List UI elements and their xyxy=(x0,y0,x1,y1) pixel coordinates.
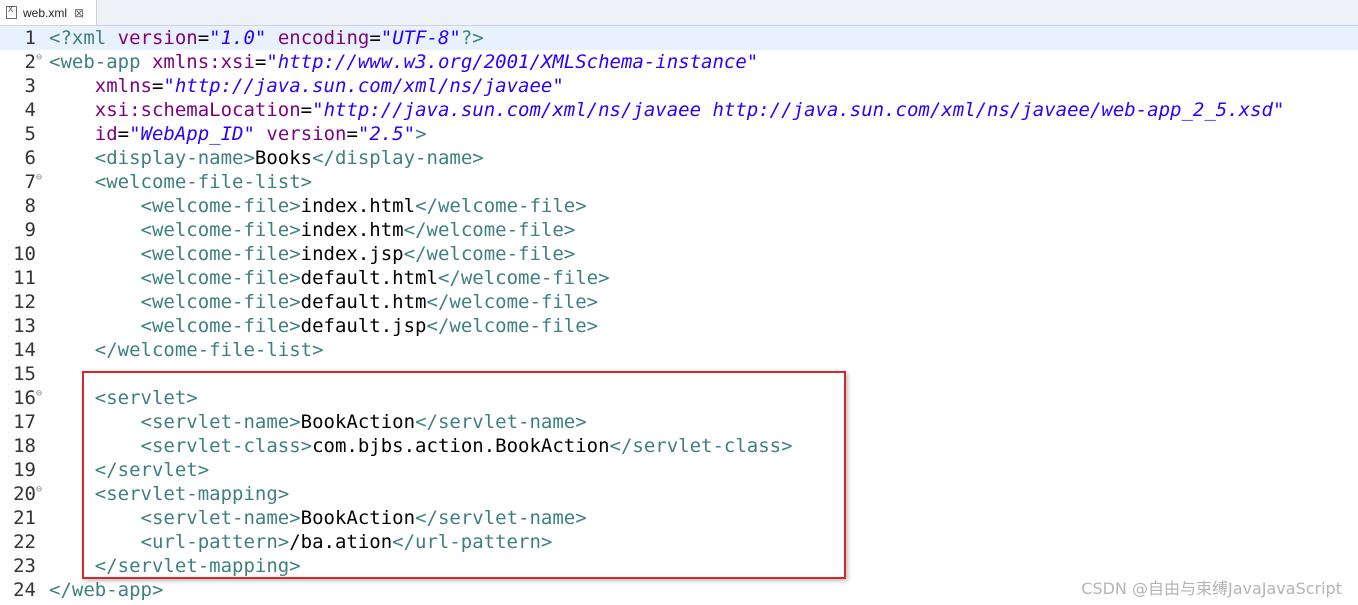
line-number: 19 xyxy=(13,459,36,481)
code-line[interactable]: 7 ⊖ <welcome-file-list> xyxy=(0,170,1358,194)
code-text: <web-app xmlns:xsi="http://www.w3.org/20… xyxy=(49,51,759,73)
line-number: 1 xyxy=(24,27,36,49)
fold-toggle-icon[interactable]: ⊖ xyxy=(36,173,42,183)
code-text: <servlet-mapping> xyxy=(49,483,290,505)
line-number: 17 xyxy=(13,411,36,433)
code-line[interactable]: 13 <welcome-file>default.jsp</welcome-fi… xyxy=(0,314,1358,338)
code-line[interactable]: 6 <display-name>Books</display-name> xyxy=(0,146,1358,170)
code-line[interactable]: 9 <welcome-file>index.htm</welcome-file> xyxy=(0,218,1358,242)
code-text: </servlet> xyxy=(49,459,210,481)
code-text: <welcome-file>index.jsp</welcome-file> xyxy=(49,243,576,265)
line-number: 21 xyxy=(13,507,36,529)
tab-filename: web.xml xyxy=(23,5,68,20)
code-line[interactable]: 5 id="WebApp_ID" version="2.5"> xyxy=(0,122,1358,146)
code-line[interactable]: 20 ⊖ <servlet-mapping> xyxy=(0,482,1358,506)
code-line[interactable]: 8 <welcome-file>index.html</welcome-file… xyxy=(0,194,1358,218)
close-icon[interactable]: ⊠ xyxy=(74,6,84,20)
code-text: <welcome-file>default.html</welcome-file… xyxy=(49,267,610,289)
code-text: <display-name>Books</display-name> xyxy=(49,147,484,169)
code-line[interactable]: 10 <welcome-file>index.jsp</welcome-file… xyxy=(0,242,1358,266)
code-text: xsi:schemaLocation="http://java.sun.com/… xyxy=(49,99,1285,121)
code-line[interactable]: 12 <welcome-file>default.htm</welcome-fi… xyxy=(0,290,1358,314)
code-text: <servlet-name>BookAction</servlet-name> xyxy=(49,507,587,529)
code-line[interactable]: 21 <servlet-name>BookAction</servlet-nam… xyxy=(0,506,1358,530)
code-text: <servlet-name>BookAction</servlet-name> xyxy=(49,411,587,433)
code-line[interactable]: 19 </servlet> xyxy=(0,458,1358,482)
line-number: 3 xyxy=(24,75,36,97)
line-number: 4 xyxy=(24,99,36,121)
line-number: 11 xyxy=(13,267,36,289)
line-number: 23 xyxy=(13,555,36,577)
code-line[interactable]: 11 <welcome-file>default.html</welcome-f… xyxy=(0,266,1358,290)
line-number: 18 xyxy=(13,435,36,457)
editor-tab-bar: web.xml ⊠ xyxy=(0,0,1358,26)
code-line[interactable]: 14 </welcome-file-list> xyxy=(0,338,1358,362)
line-number: 22 xyxy=(13,531,36,553)
code-text: <welcome-file-list> xyxy=(49,171,313,193)
line-number: 7 xyxy=(24,171,36,193)
line-number: 5 xyxy=(24,123,36,145)
code-line[interactable]: 1 <?xml version="1.0" encoding="UTF-8"?> xyxy=(0,26,1358,50)
code-text: </servlet-mapping> xyxy=(49,555,301,577)
fold-toggle-icon[interactable]: ⊖ xyxy=(36,485,42,495)
code-text: <welcome-file>default.htm</welcome-file> xyxy=(49,291,599,313)
fold-toggle-icon[interactable]: ⊖ xyxy=(36,389,42,399)
code-line[interactable]: 16 ⊖ <servlet> xyxy=(0,386,1358,410)
line-number: 20 xyxy=(13,483,36,505)
code-line[interactable]: 4 xsi:schemaLocation="http://java.sun.co… xyxy=(0,98,1358,122)
code-line[interactable]: 17 <servlet-name>BookAction</servlet-nam… xyxy=(0,410,1358,434)
watermark: CSDN @自由与束缚JavaJavaScript xyxy=(1081,579,1342,598)
code-text: xmlns="http://java.sun.com/xml/ns/javaee… xyxy=(49,75,564,97)
line-number: 16 xyxy=(13,387,36,409)
code-text: <welcome-file>index.html</welcome-file> xyxy=(49,195,587,217)
code-text: <url-pattern>/ba.ation</url-pattern> xyxy=(49,531,553,553)
code-line[interactable]: 18 <servlet-class>com.bjbs.action.BookAc… xyxy=(0,434,1358,458)
fold-toggle-icon[interactable]: ⊖ xyxy=(36,53,42,63)
code-text: <?xml version="1.0" encoding="UTF-8"?> xyxy=(49,27,484,49)
code-text: </web-app> xyxy=(49,579,164,601)
xml-file-icon xyxy=(6,5,17,19)
line-number: 12 xyxy=(13,291,36,313)
line-number: 15 xyxy=(13,363,36,385)
code-text: id="WebApp_ID" version="2.5"> xyxy=(49,123,427,145)
code-line[interactable]: 3 xmlns="http://java.sun.com/xml/ns/java… xyxy=(0,74,1358,98)
code-line[interactable]: 22 <url-pattern>/ba.ation</url-pattern> xyxy=(0,530,1358,554)
code-editor[interactable]: 1 <?xml version="1.0" encoding="UTF-8"?> 2… xyxy=(0,26,1358,605)
line-number: 9 xyxy=(24,219,36,241)
code-text: <servlet> xyxy=(49,387,198,409)
code-line[interactable]: 2 ⊖ <web-app xmlns:xsi="http://www.w3.org/… xyxy=(0,50,1358,74)
code-text: <welcome-file>default.jsp</welcome-file> xyxy=(49,315,599,337)
code-text: <welcome-file>index.htm</welcome-file> xyxy=(49,219,576,241)
line-number: 24 xyxy=(13,579,36,601)
line-number: 14 xyxy=(13,339,36,361)
line-number: 10 xyxy=(13,243,36,265)
tab-web-xml[interactable]: web.xml ⊠ xyxy=(0,0,97,25)
code-text: <servlet-class>com.bjbs.action.BookActio… xyxy=(49,435,793,457)
line-number: 13 xyxy=(13,315,36,337)
line-number: 6 xyxy=(24,147,36,169)
line-number: 8 xyxy=(24,195,36,217)
code-text: </welcome-file-list> xyxy=(49,339,324,361)
line-number: 2 xyxy=(24,51,36,73)
code-line[interactable]: 15 xyxy=(0,362,1358,386)
